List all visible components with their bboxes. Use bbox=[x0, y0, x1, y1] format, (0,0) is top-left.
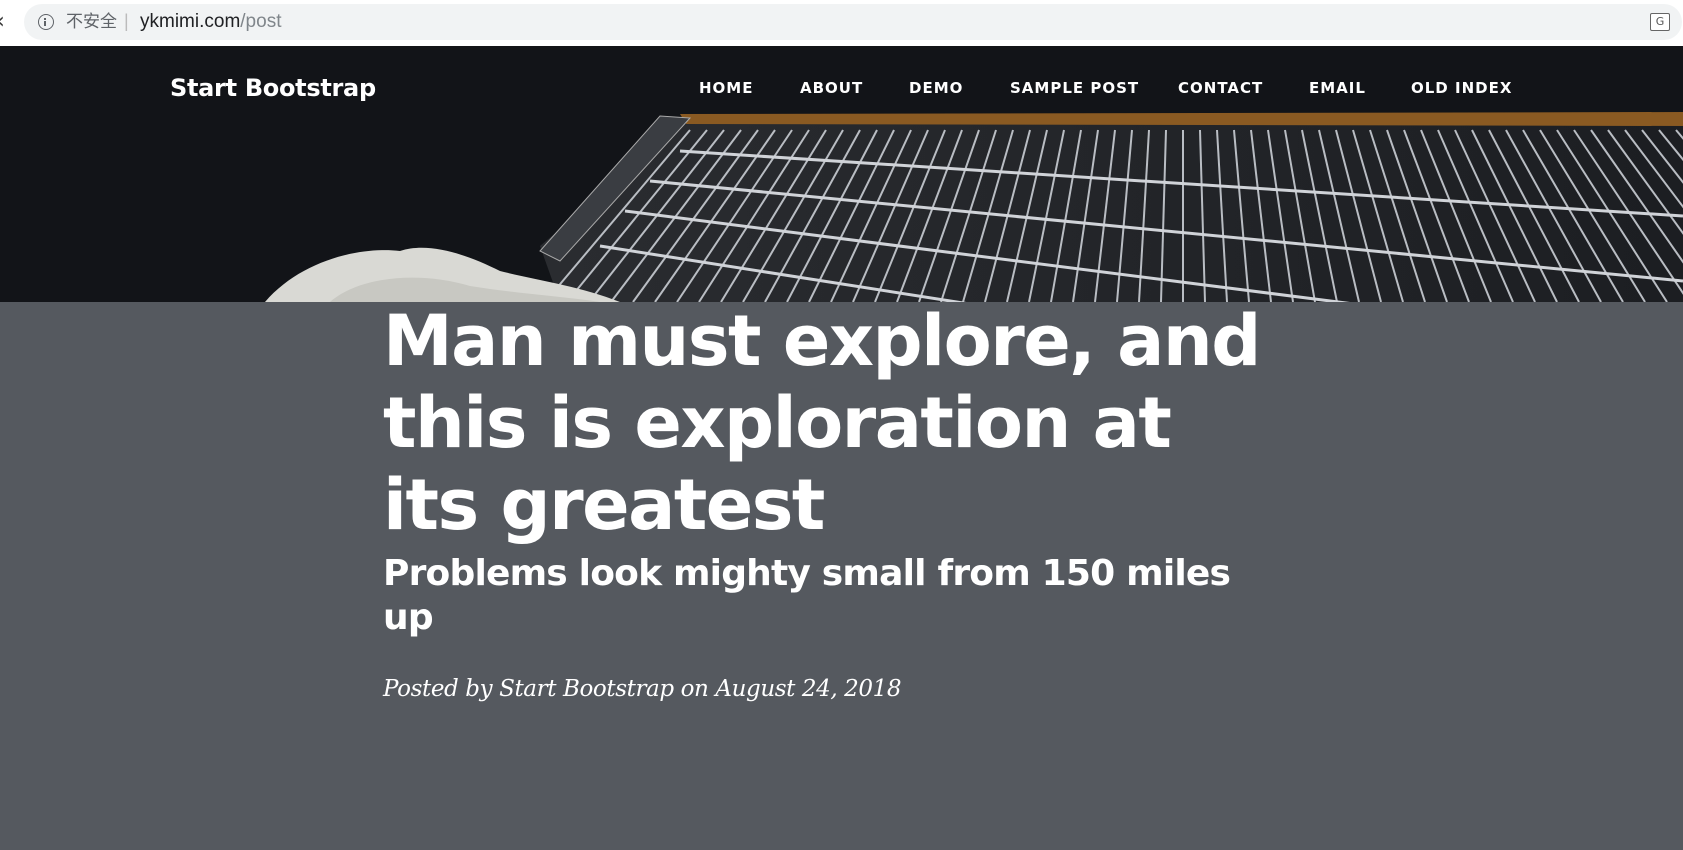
info-icon[interactable] bbox=[38, 14, 54, 30]
post-subtitle: Problems look mighty small from 150 mile… bbox=[383, 553, 1231, 638]
nav-link-email[interactable]: EMAIL bbox=[1309, 78, 1366, 98]
url-text[interactable]: ykmimi.com/post bbox=[140, 11, 281, 33]
nav-link-about[interactable]: ABOUT bbox=[800, 78, 863, 98]
url-path: /post bbox=[240, 11, 282, 32]
url-separator: | bbox=[124, 11, 129, 31]
nav-link-old-index[interactable]: OLD INDEX bbox=[1411, 78, 1512, 98]
nav-link-demo[interactable]: DEMO bbox=[909, 78, 963, 98]
nav-link-contact[interactable]: CONTACT bbox=[1178, 78, 1263, 98]
url-host: ykmimi.com bbox=[140, 11, 241, 32]
navbar-brand[interactable]: Start Bootstrap bbox=[170, 74, 376, 102]
security-label[interactable]: 不安全 bbox=[66, 12, 117, 32]
post-heading: Man must explore, and this is exploratio… bbox=[383, 300, 1283, 704]
nav-link-sample-post[interactable]: SAMPLE POST bbox=[1010, 78, 1139, 98]
browser-toolbar: ‹ 不安全 | ykmimi.com/post G bbox=[0, 0, 1683, 46]
address-bar[interactable]: 不安全 | ykmimi.com/post G bbox=[24, 4, 1682, 40]
back-arrow-icon[interactable]: ‹ bbox=[0, 10, 10, 34]
translate-icon[interactable]: G bbox=[1650, 13, 1670, 31]
nav-link-home[interactable]: HOME bbox=[699, 78, 753, 98]
post-title: Man must explore, and this is exploratio… bbox=[383, 300, 1261, 546]
post-meta: Posted by Start Bootstrap on August 24, … bbox=[383, 676, 902, 702]
